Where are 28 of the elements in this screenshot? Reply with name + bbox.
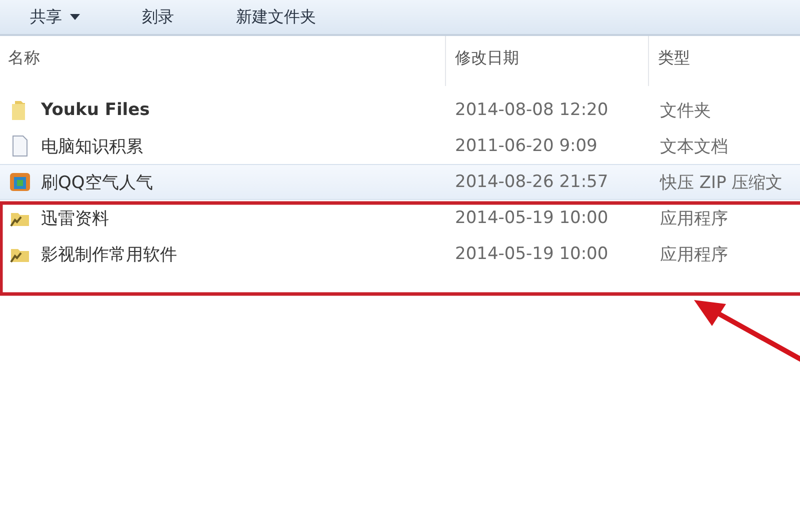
modified-date: 2014-05-19 10:00 <box>455 208 610 228</box>
file-type: 文件夹 <box>660 100 712 122</box>
file-name: 迅雷资料 <box>41 208 109 230</box>
file-name: Youku Files <box>41 100 150 120</box>
modified-date: 2011-06-20 9:09 <box>455 136 598 156</box>
file-row[interactable]: 迅雷资料 2014-05-19 10:00 应用程序 <box>0 200 800 236</box>
file-type: 应用程序 <box>660 208 729 230</box>
archive-icon <box>9 171 31 193</box>
file-row[interactable]: 电脑知识积累 2011-06-20 9:09 文本文档 <box>0 128 800 164</box>
file-row[interactable]: Youku Files 2014-08-08 12:20 文件夹 <box>0 92 800 128</box>
column-header[interactable]: 名称 <box>0 36 445 86</box>
column-header[interactable]: 修改日期 <box>445 36 648 86</box>
file-name: 影视制作常用软件 <box>41 244 177 266</box>
file-type: 文本文档 <box>660 136 729 158</box>
file-type: 快压 ZIP 压缩文 <box>660 172 784 194</box>
file-row[interactable]: 刷QQ空气人气 2014-08-26 21:57 快压 ZIP 压缩文 <box>0 164 800 200</box>
file-row[interactable]: 影视制作常用软件 2014-05-19 10:00 应用程序 <box>0 236 800 272</box>
toolbar-button[interactable]: 新建文件夹 <box>234 4 318 30</box>
column-header[interactable]: 类型 <box>648 36 800 86</box>
modified-date: 2014-08-26 21:57 <box>455 172 610 192</box>
file-name: 刷QQ空气人气 <box>41 172 153 194</box>
file-type: 应用程序 <box>660 244 729 266</box>
caret-icon <box>70 14 80 20</box>
modified-date: 2014-05-19 10:00 <box>455 244 610 264</box>
modified-date: 2014-08-08 12:20 <box>455 100 610 120</box>
toolbar-button[interactable]: 刻录 <box>140 4 176 30</box>
file-name: 电脑知识积累 <box>41 136 143 158</box>
toolbar-button[interactable]: 共享 <box>28 4 82 30</box>
